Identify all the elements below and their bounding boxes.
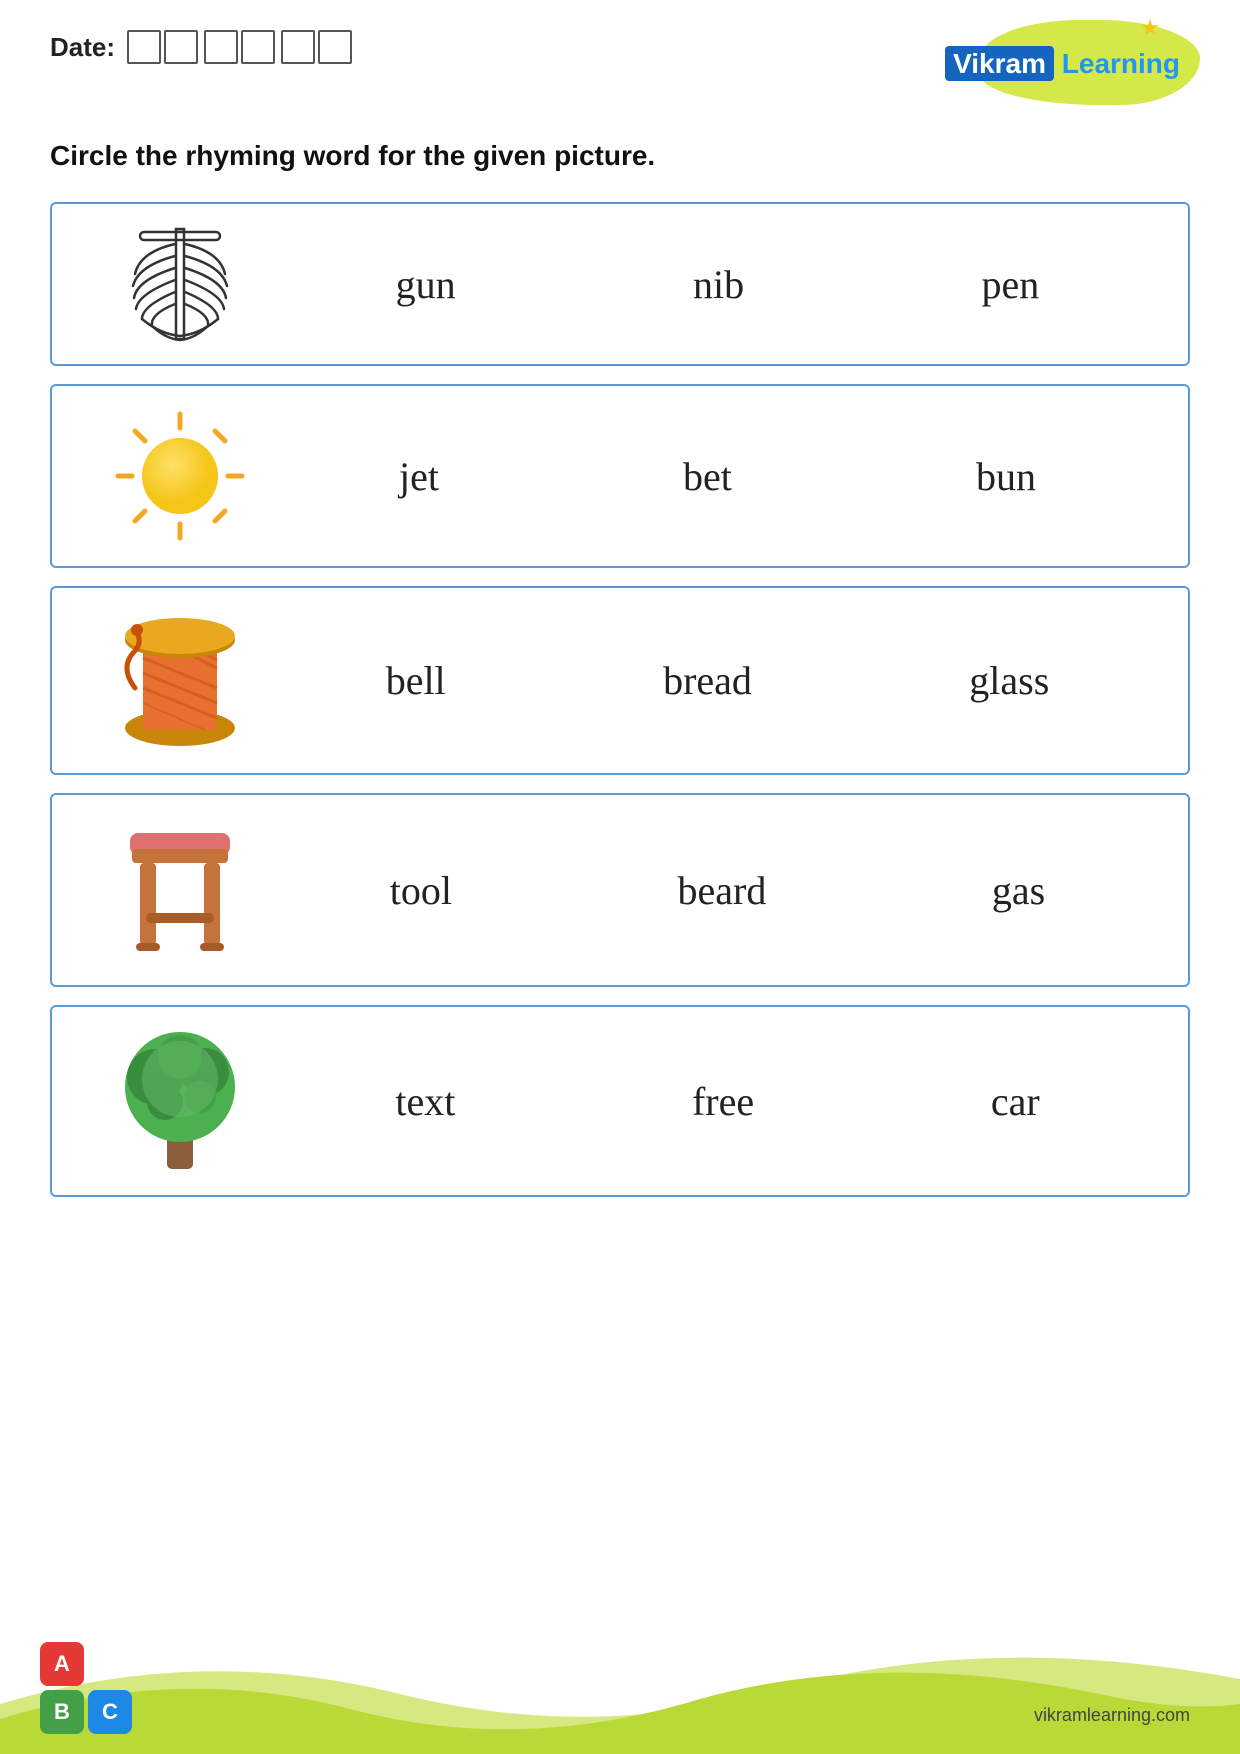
date-group-3 bbox=[281, 30, 352, 64]
rows-container: gun nib pen bbox=[0, 202, 1240, 1197]
word-car[interactable]: car bbox=[991, 1078, 1040, 1125]
date-box-2[interactable] bbox=[164, 30, 198, 64]
row-sun: jet bet bun bbox=[50, 384, 1190, 568]
date-group-2 bbox=[204, 30, 275, 64]
word-bell[interactable]: bell bbox=[386, 657, 446, 704]
word-tool[interactable]: tool bbox=[390, 867, 452, 914]
word-bet[interactable]: bet bbox=[683, 453, 732, 500]
date-box-1[interactable] bbox=[127, 30, 161, 64]
date-box-3[interactable] bbox=[204, 30, 238, 64]
word-text[interactable]: text bbox=[395, 1078, 455, 1125]
ribs-svg bbox=[100, 224, 260, 344]
word-nib[interactable]: nib bbox=[693, 261, 744, 308]
row-ribs-words: gun nib pen bbox=[277, 261, 1158, 308]
stool-image bbox=[82, 815, 277, 965]
row-tree: text free car bbox=[50, 1005, 1190, 1197]
stool-svg bbox=[110, 815, 250, 965]
date-section: Date: bbox=[50, 30, 352, 64]
footer-abc-blocks: A B C bbox=[40, 1642, 132, 1734]
word-bread[interactable]: bread bbox=[663, 657, 752, 704]
word-free[interactable]: free bbox=[692, 1078, 754, 1125]
word-pen[interactable]: pen bbox=[982, 261, 1040, 308]
logo: ★ Vikram Learning bbox=[970, 30, 1190, 110]
abc-block-a: A bbox=[40, 1642, 84, 1686]
row-spool: bell bread glass bbox=[50, 586, 1190, 775]
row-sun-words: jet bet bun bbox=[277, 453, 1158, 500]
instruction-text: Circle the rhyming word for the given pi… bbox=[0, 120, 1240, 202]
date-box-4[interactable] bbox=[241, 30, 275, 64]
abc-block-b: B bbox=[40, 1690, 84, 1734]
word-gas[interactable]: gas bbox=[992, 867, 1045, 914]
row-tree-words: text free car bbox=[277, 1078, 1158, 1125]
spool-svg bbox=[115, 608, 245, 753]
date-boxes bbox=[127, 30, 352, 64]
logo-vikram: Vikram bbox=[945, 46, 1054, 81]
footer-wave-svg bbox=[0, 1624, 1240, 1754]
sun-image bbox=[82, 406, 277, 546]
date-label: Date: bbox=[50, 32, 115, 63]
tree-svg bbox=[105, 1027, 255, 1175]
word-beard[interactable]: beard bbox=[678, 867, 767, 914]
row-stool: tool beard gas bbox=[50, 793, 1190, 987]
footer: A B C vikramlearning.com bbox=[0, 1624, 1240, 1754]
spool-image bbox=[82, 608, 277, 753]
ribs-image bbox=[82, 224, 277, 344]
word-gun[interactable]: gun bbox=[396, 261, 456, 308]
row-stool-words: tool beard gas bbox=[277, 867, 1158, 914]
row-spool-words: bell bread glass bbox=[277, 657, 1158, 704]
logo-text: Vikram Learning bbox=[945, 48, 1180, 80]
footer-url: vikramlearning.com bbox=[1034, 1705, 1190, 1726]
date-box-6[interactable] bbox=[318, 30, 352, 64]
date-box-5[interactable] bbox=[281, 30, 315, 64]
sun-svg bbox=[110, 406, 250, 546]
logo-star: ★ bbox=[1140, 15, 1160, 41]
row-ribs: gun nib pen bbox=[50, 202, 1190, 366]
word-bun[interactable]: bun bbox=[976, 453, 1036, 500]
date-group-1 bbox=[127, 30, 198, 64]
logo-learning: Learning bbox=[1054, 48, 1180, 79]
word-jet[interactable]: jet bbox=[399, 453, 439, 500]
tree-image bbox=[82, 1027, 277, 1175]
abc-block-c: C bbox=[88, 1690, 132, 1734]
word-glass[interactable]: glass bbox=[969, 657, 1049, 704]
header: Date: ★ Vikram Learning bbox=[0, 0, 1240, 120]
